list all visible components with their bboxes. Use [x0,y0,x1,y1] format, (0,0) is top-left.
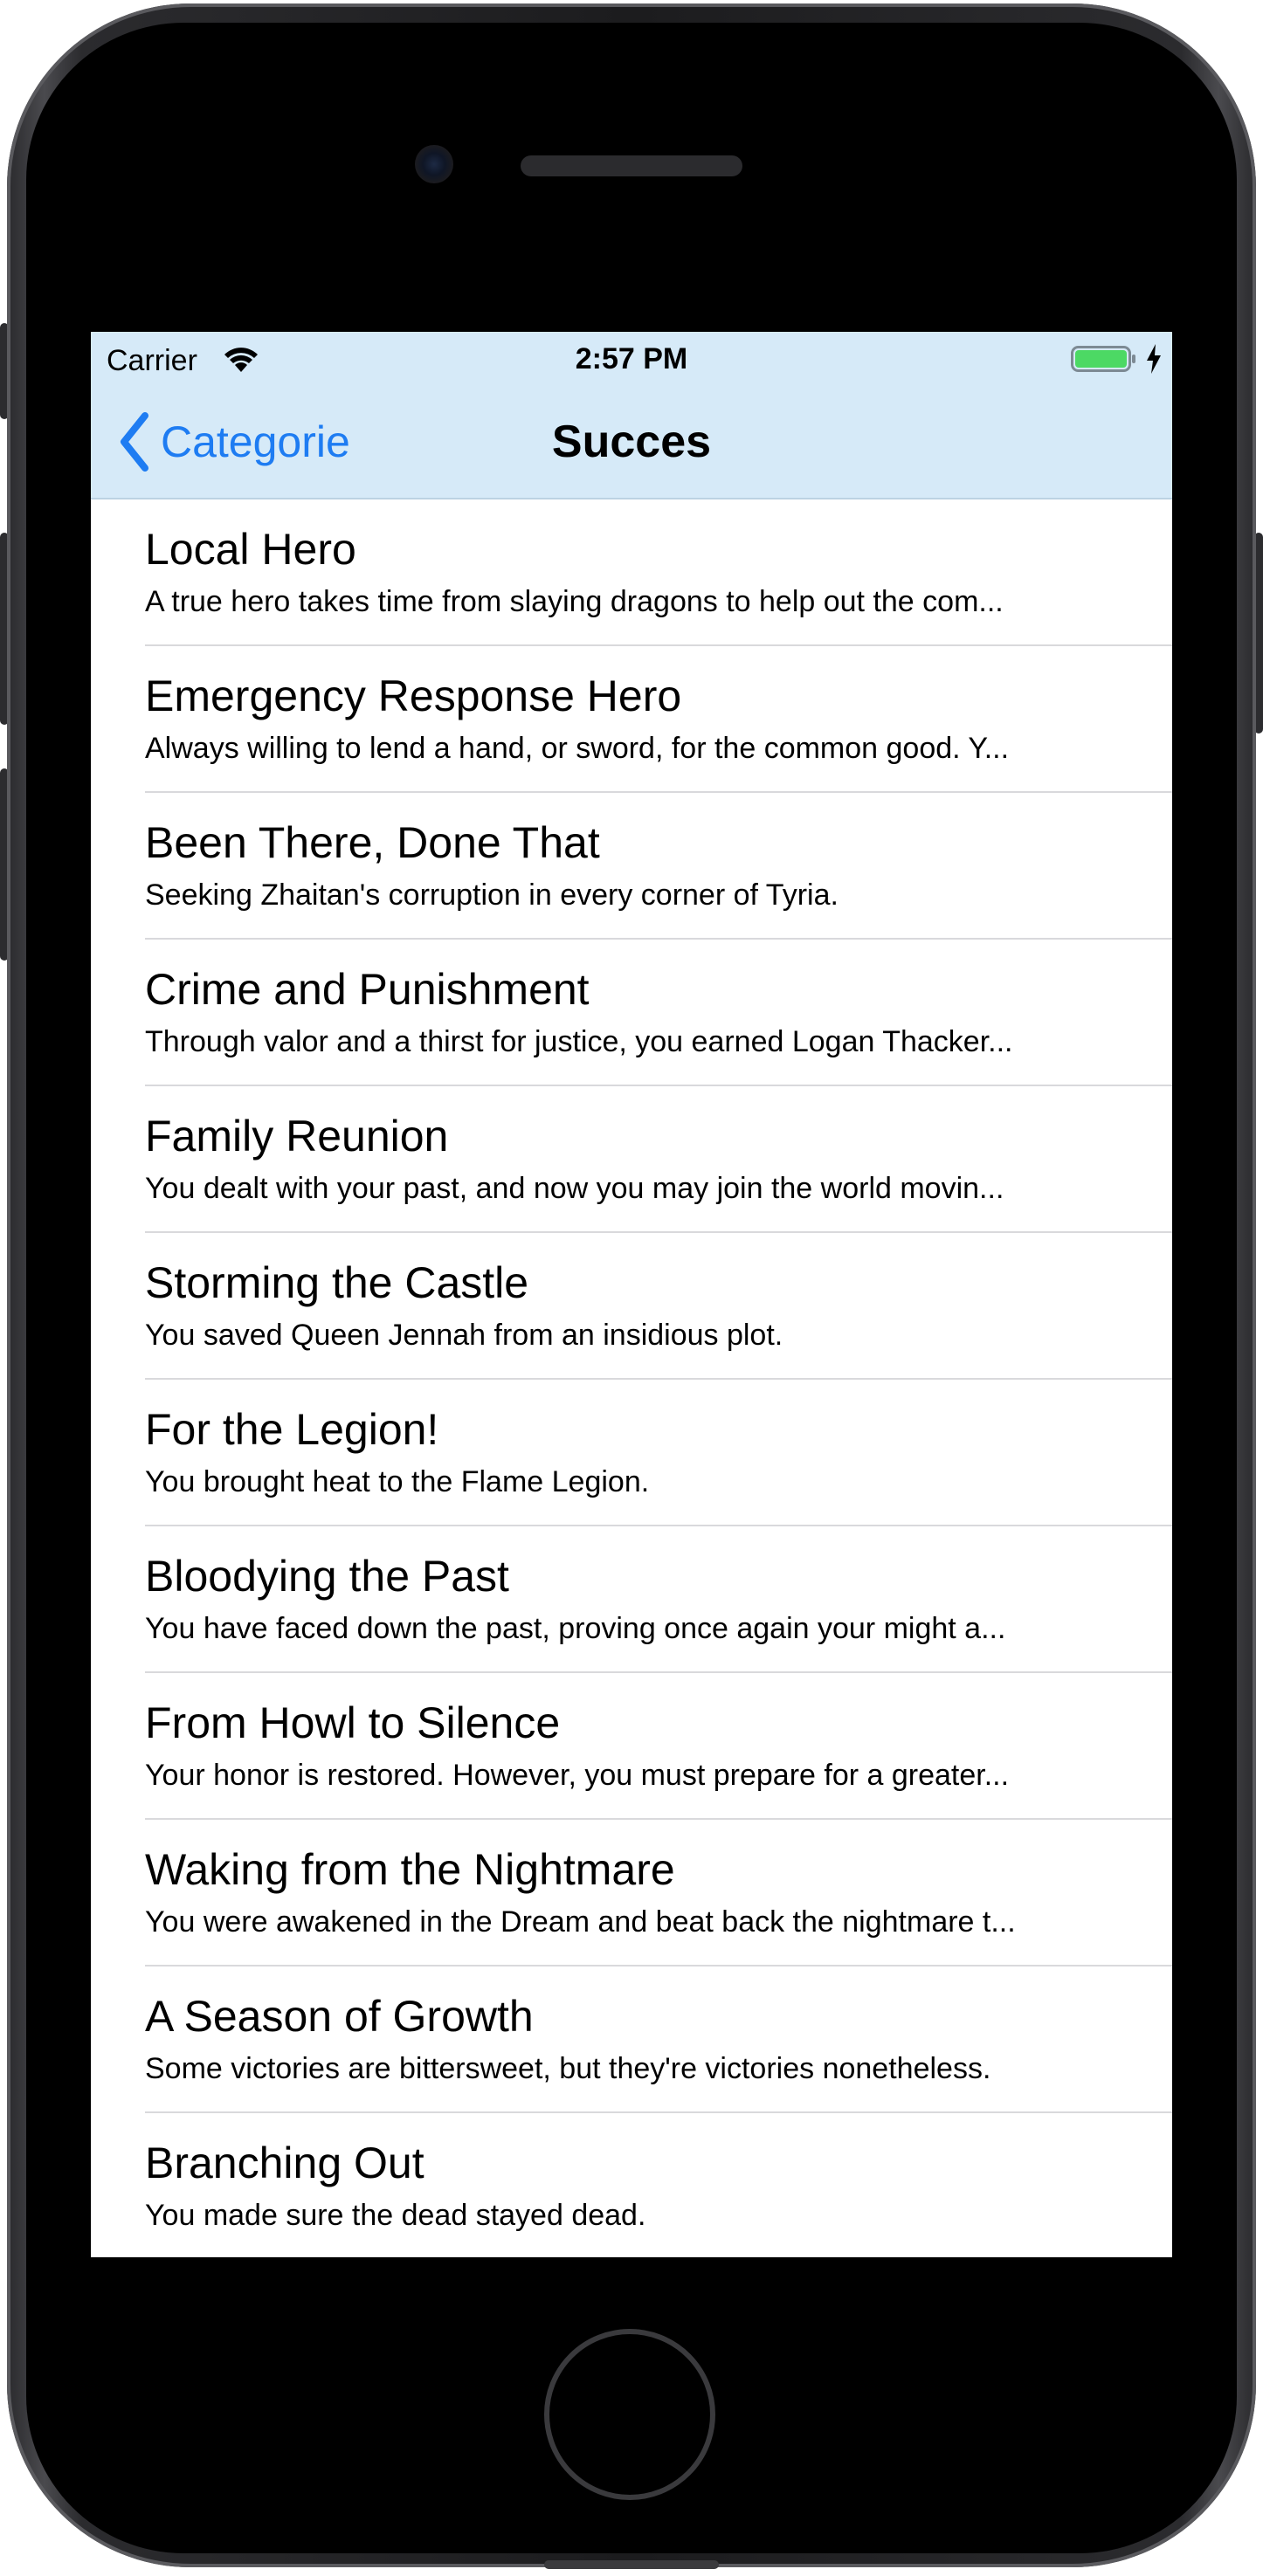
list-item[interactable]: Storming the Castle You saved Queen Jenn… [145,1233,1172,1380]
item-description: Seeking Zhaitan's corruption in every co… [145,878,839,912]
list-item[interactable]: Family Reunion You dealt with your past,… [145,1086,1172,1233]
item-title: Storming the Castle [145,1258,529,1307]
list-item[interactable]: Waking from the Nightmare You were awake… [145,1820,1172,1966]
list-item[interactable]: Branching Out You made sure the dead sta… [145,2113,1172,2257]
earpiece-speaker [521,155,742,176]
item-title: A Season of Growth [145,1992,534,2041]
list-item[interactable]: A Season of Growth Some victories are bi… [145,1966,1172,2113]
list-item[interactable]: Bloodying the Past You have faced down t… [145,1526,1172,1673]
item-title: Been There, Done That [145,818,600,867]
bottom-edge [544,2560,719,2569]
status-bar: Carrier 2:57 PM [91,332,1172,386]
screen: Carrier 2:57 PM Categorie Succes Local H… [91,332,1172,2257]
item-description: You have faced down the past, proving on… [145,1612,1006,1645]
list-item[interactable]: For the Legion! You brought heat to the … [145,1380,1172,1526]
list-item[interactable]: Emergency Response Hero Always willing t… [145,646,1172,793]
list-item[interactable]: Local Hero A true hero takes time from s… [145,499,1172,646]
item-title: Branching Out [145,2139,424,2187]
item-description: You made sure the dead stayed dead. [145,2199,646,2232]
battery-icon [1071,346,1135,372]
navigation-bar: Categorie Succes [91,386,1172,498]
item-title: From Howl to Silence [145,1698,561,1747]
item-title: Local Hero [145,525,356,574]
item-description: A true hero takes time from slaying drag… [145,585,1004,618]
item-description: You dealt with your past, and now you ma… [145,1172,1004,1205]
item-title: For the Legion! [145,1405,439,1454]
item-description: Through valor and a thirst for justice, … [145,1025,1013,1058]
item-title: Bloodying the Past [145,1552,509,1601]
list-item[interactable]: From Howl to Silence Your honor is resto… [145,1673,1172,1820]
front-camera [415,145,453,183]
home-button[interactable] [544,2329,715,2500]
list-item[interactable]: Been There, Done That Seeking Zhaitan's … [145,793,1172,940]
item-title: Family Reunion [145,1112,449,1161]
item-description: Always willing to lend a hand, or sword,… [145,732,1010,765]
list-item[interactable]: Crime and Punishment Through valor and a… [145,940,1172,1086]
item-description: Some victories are bittersweet, but they… [145,2052,991,2085]
page-title: Succes [551,417,712,467]
header: Carrier 2:57 PM Categorie Succes [91,332,1172,499]
charging-bolt-icon [1147,344,1161,374]
item-title: Crime and Punishment [145,965,590,1014]
item-description: You saved Queen Jennah from an insidious… [145,1319,783,1352]
item-description: You were awakened in the Dream and beat … [145,1905,1016,1939]
status-time: 2:57 PM [575,342,688,375]
item-description: Your honor is restored. However, you mus… [145,1759,1010,1792]
achievement-list: Local Hero A true hero takes time from s… [91,499,1172,2257]
item-title: Waking from the Nightmare [145,1845,675,1894]
device-frame: Carrier 2:57 PM Categorie Succes Local H… [0,0,1263,2576]
item-description: You brought heat to the Flame Legion. [145,1465,650,1498]
item-title: Emergency Response Hero [145,672,682,720]
